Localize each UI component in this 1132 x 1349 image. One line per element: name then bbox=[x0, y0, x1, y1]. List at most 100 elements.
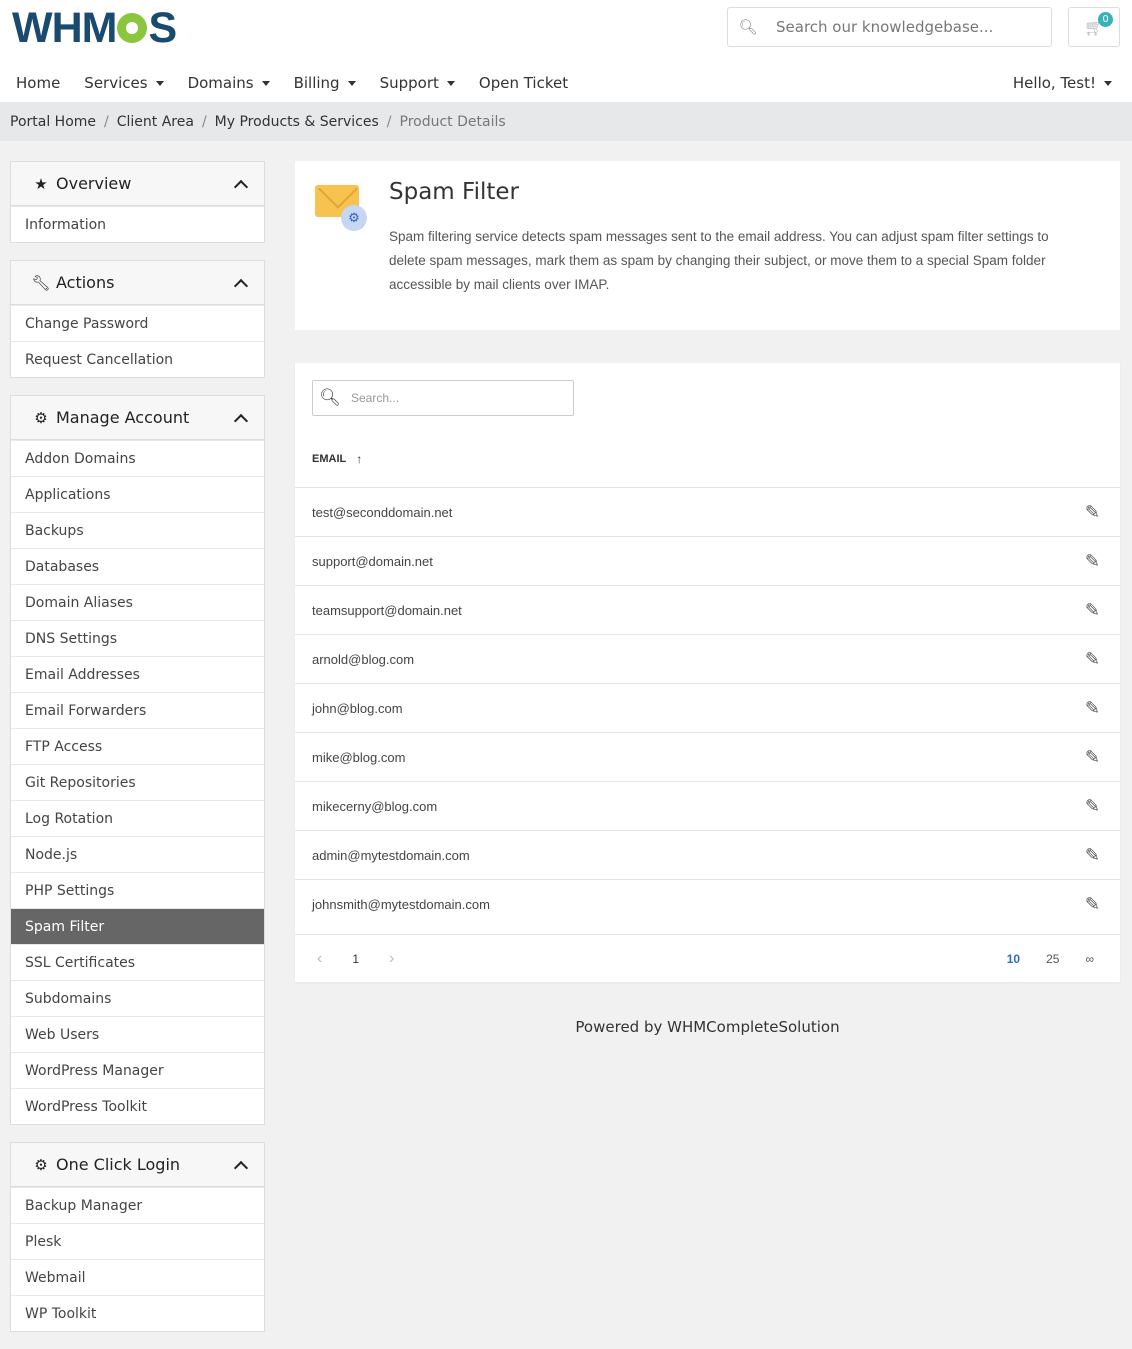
edit-icon[interactable]: ✎ bbox=[1085, 747, 1100, 768]
spam-filter-intro: ⚙ Spam Filter Spam filtering service det… bbox=[295, 161, 1120, 330]
chevron-right-icon[interactable]: › bbox=[389, 950, 394, 968]
edit-icon[interactable]: ✎ bbox=[1085, 551, 1100, 572]
sidebar-item-ftp-access[interactable]: FTP Access bbox=[11, 728, 264, 764]
knowledgebase-search-input[interactable] bbox=[768, 18, 1051, 36]
panel-overview-header[interactable]: ★ Overview bbox=[11, 162, 264, 206]
whmcs-logo[interactable]: WHM S bbox=[12, 3, 177, 52]
nav-support-label: Support bbox=[379, 74, 439, 92]
sidebar-item-request-cancellation[interactable]: Request Cancellation bbox=[11, 341, 264, 377]
search-icon: 🔍︎ bbox=[319, 388, 341, 408]
chevron-up-icon bbox=[233, 179, 249, 194]
page-description: Spam filtering service detects spam mess… bbox=[389, 229, 1049, 292]
sidebar-item-log-rotation[interactable]: Log Rotation bbox=[11, 800, 264, 836]
email-cell: mikecerny@blog.com bbox=[312, 798, 438, 814]
email-cell: teamsupport@domain.net bbox=[312, 602, 462, 618]
sidebar-item-nodejs[interactable]: Node.js bbox=[11, 836, 264, 872]
table-row: johnsmith@mytestdomain.com ✎ bbox=[295, 879, 1120, 928]
table-search-input[interactable] bbox=[347, 391, 573, 405]
page-size-all[interactable]: ∞ bbox=[1085, 952, 1094, 966]
edit-icon[interactable]: ✎ bbox=[1085, 649, 1100, 670]
nav-billing[interactable]: Billing bbox=[294, 74, 356, 92]
caret-down-icon bbox=[1104, 80, 1112, 86]
logo-text-b: S bbox=[148, 3, 177, 52]
sidebar-item-plesk[interactable]: Plesk bbox=[11, 1223, 264, 1259]
cart-count-badge: 0 bbox=[1098, 12, 1113, 27]
sidebar-item-wp-toolkit[interactable]: WP Toolkit bbox=[11, 1295, 264, 1331]
chevron-up-icon bbox=[233, 278, 249, 293]
breadcrumb-client-area[interactable]: Client Area bbox=[117, 114, 194, 130]
pagination: ‹ 1 › 10 25 ∞ bbox=[295, 934, 1120, 982]
sidebar-item-applications[interactable]: Applications bbox=[11, 476, 264, 512]
chevron-left-icon[interactable]: ‹ bbox=[317, 950, 322, 968]
panel-title: Manage Account bbox=[56, 408, 190, 427]
email-cell: support@domain.net bbox=[312, 553, 433, 569]
sidebar: ★ Overview Information 🔧︎ Actions Change… bbox=[10, 161, 265, 1349]
nav-open-ticket[interactable]: Open Ticket bbox=[479, 74, 568, 92]
sidebar-item-web-users[interactable]: Web Users bbox=[11, 1016, 264, 1052]
sidebar-item-ssl-certificates[interactable]: SSL Certificates bbox=[11, 944, 264, 980]
sidebar-item-backups[interactable]: Backups bbox=[11, 512, 264, 548]
edit-icon[interactable]: ✎ bbox=[1085, 502, 1100, 523]
chevron-up-icon bbox=[233, 1160, 249, 1175]
nav-home[interactable]: Home bbox=[16, 74, 60, 92]
page-size-25[interactable]: 25 bbox=[1046, 952, 1059, 966]
panel-manage-account-header[interactable]: ⚙ Manage Account bbox=[11, 396, 264, 440]
email-cell: john@blog.com bbox=[312, 700, 403, 716]
panel-actions-header[interactable]: 🔧︎ Actions bbox=[11, 261, 264, 305]
cart-button[interactable]: 🛒︎ 0 bbox=[1068, 7, 1120, 47]
breadcrumb-portal-home[interactable]: Portal Home bbox=[10, 114, 96, 130]
page-number[interactable]: 1 bbox=[352, 952, 359, 966]
nav-services[interactable]: Services bbox=[84, 74, 164, 92]
edit-icon[interactable]: ✎ bbox=[1085, 845, 1100, 866]
table-body: test@seconddomain.net ✎ support@domain.ne… bbox=[295, 487, 1120, 928]
email-table-card: 🔍︎ EMAIL ↑ test@seconddomain.net ✎ suppor… bbox=[295, 363, 1120, 982]
column-header-email[interactable]: EMAIL ↑ bbox=[312, 452, 362, 466]
sidebar-item-git-repositories[interactable]: Git Repositories bbox=[11, 764, 264, 800]
table-row: support@domain.net ✎ bbox=[295, 536, 1120, 585]
logo-gear-icon bbox=[117, 13, 148, 43]
email-cell: mike@blog.com bbox=[312, 749, 406, 765]
user-menu[interactable]: Hello, Test! bbox=[1013, 74, 1112, 92]
edit-icon[interactable]: ✎ bbox=[1085, 796, 1100, 817]
sidebar-item-dns-settings[interactable]: DNS Settings bbox=[11, 620, 264, 656]
sidebar-item-databases[interactable]: Databases bbox=[11, 548, 264, 584]
nav-domains[interactable]: Domains bbox=[188, 74, 270, 92]
page-size-10[interactable]: 10 bbox=[1007, 952, 1020, 966]
nav-billing-label: Billing bbox=[293, 74, 340, 92]
table-row: admin@mytestdomain.com ✎ bbox=[295, 830, 1120, 879]
table-row: mike@blog.com ✎ bbox=[295, 732, 1120, 781]
sidebar-item-wordpress-manager[interactable]: WordPress Manager bbox=[11, 1052, 264, 1088]
panel-one-click-login-header[interactable]: ⚙ One Click Login bbox=[11, 1143, 264, 1187]
nav-services-label: Services bbox=[84, 74, 148, 92]
caret-down-icon bbox=[347, 80, 356, 86]
sidebar-item-spam-filter[interactable]: Spam Filter bbox=[11, 908, 264, 944]
breadcrumb-my-products[interactable]: My Products & Services bbox=[215, 114, 379, 130]
sidebar-item-email-forwarders[interactable]: Email Forwarders bbox=[11, 692, 264, 728]
edit-icon[interactable]: ✎ bbox=[1085, 698, 1100, 719]
panel-title: One Click Login bbox=[56, 1155, 181, 1174]
nav-support[interactable]: Support bbox=[380, 74, 455, 92]
table-row: john@blog.com ✎ bbox=[295, 683, 1120, 732]
breadcrumb-separator: / bbox=[104, 113, 109, 130]
caret-down-icon bbox=[155, 80, 164, 86]
breadcrumb-current: Product Details bbox=[399, 113, 506, 130]
sidebar-item-wordpress-toolkit[interactable]: WordPress Toolkit bbox=[11, 1088, 264, 1124]
gear-icon: ⚙ bbox=[34, 1155, 48, 1174]
sidebar-item-addon-domains[interactable]: Addon Domains bbox=[11, 440, 264, 476]
sidebar-item-backup-manager[interactable]: Backup Manager bbox=[11, 1187, 264, 1223]
search-icon: 🔍︎ bbox=[738, 18, 758, 36]
sidebar-item-email-addresses[interactable]: Email Addresses bbox=[11, 656, 264, 692]
sidebar-item-domain-aliases[interactable]: Domain Aliases bbox=[11, 584, 264, 620]
panel-title: Actions bbox=[56, 273, 115, 292]
sidebar-item-change-password[interactable]: Change Password bbox=[11, 305, 264, 341]
sidebar-item-subdomains[interactable]: Subdomains bbox=[11, 980, 264, 1016]
sidebar-item-information[interactable]: Information bbox=[11, 206, 264, 242]
table-row: mikecerny@blog.com ✎ bbox=[295, 781, 1120, 830]
edit-icon[interactable]: ✎ bbox=[1085, 894, 1100, 915]
sidebar-item-php-settings[interactable]: PHP Settings bbox=[11, 872, 264, 908]
sidebar-item-webmail[interactable]: Webmail bbox=[11, 1259, 264, 1295]
edit-icon[interactable]: ✎ bbox=[1085, 600, 1100, 621]
footer-powered-by: Powered by WHMCompleteSolution bbox=[575, 1018, 840, 1036]
breadcrumb-separator: / bbox=[201, 113, 207, 130]
page-size-selector: 10 25 ∞ bbox=[1007, 952, 1120, 966]
